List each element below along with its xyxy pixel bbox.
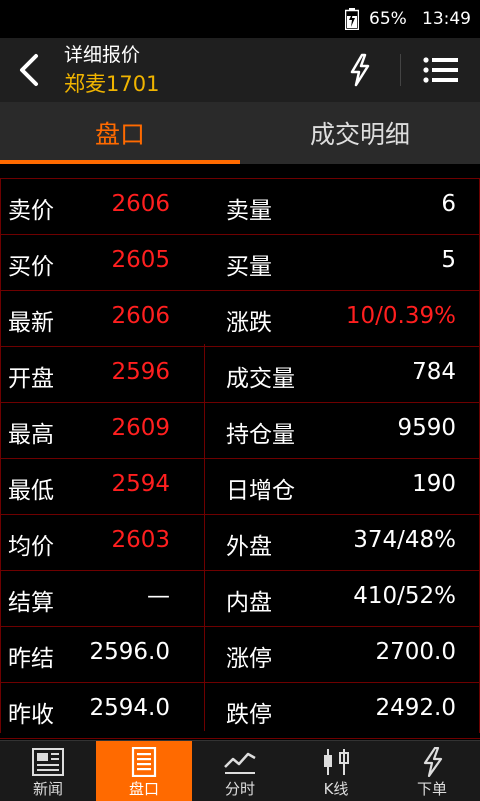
table-border-left	[0, 178, 1, 733]
back-arrow-icon[interactable]	[14, 52, 46, 88]
nav-label: 下单	[416, 780, 447, 798]
value-daily-oi-change: 190	[412, 471, 456, 497]
nav-kline[interactable]: K线	[288, 741, 384, 801]
value-limit-down: 2492.0	[375, 695, 456, 721]
quote-table: 卖价 2606 卖量 6 买价 2605 买量 5 最新 2606 涨跌 10/…	[0, 178, 480, 739]
active-tab-indicator	[0, 160, 240, 164]
table-row: 最高 2609 持仓量 9590	[0, 403, 480, 459]
value-bid-price: 2605	[111, 247, 170, 273]
label-open: 开盘	[8, 366, 54, 392]
label-prev-close: 昨收	[8, 702, 54, 728]
value-open: 2596	[111, 359, 170, 385]
table-row: 昨收 2594.0 跌停 2492.0	[0, 683, 480, 739]
flash-order-icon	[423, 747, 443, 777]
column-divider	[204, 344, 205, 731]
battery-charging-icon	[345, 8, 359, 30]
timeshare-chart-icon	[224, 752, 256, 774]
value-settlement: —	[147, 583, 170, 609]
label-bid-volume: 买量	[226, 254, 272, 280]
header-divider	[400, 54, 401, 86]
label-prev-settlement: 昨结	[8, 646, 54, 672]
nav-place-order[interactable]: 下单	[384, 741, 480, 801]
table-row: 开盘 2596 成交量 784	[0, 347, 480, 403]
news-icon	[32, 748, 64, 776]
table-row: 结算 — 内盘 410/52%	[0, 571, 480, 627]
label-average-price: 均价	[8, 534, 54, 560]
label-change: 涨跌	[226, 310, 272, 336]
tab-bar: 盘口 成交明细	[0, 102, 480, 164]
nav-label: 盘口	[128, 780, 159, 798]
value-change: 10/0.39%	[345, 303, 456, 329]
table-row: 最低 2594 日增仓 190	[0, 459, 480, 515]
value-bid-volume: 5	[441, 247, 456, 273]
table-row: 最新 2606 涨跌 10/0.39%	[0, 291, 480, 347]
label-ask-price: 卖价	[8, 198, 54, 224]
tab-trade-details[interactable]: 成交明细	[240, 102, 480, 164]
label-volume: 成交量	[226, 366, 295, 392]
value-volume: 784	[412, 359, 456, 385]
label-ask-volume: 卖量	[226, 198, 272, 224]
value-outer-volume: 374/48%	[353, 527, 456, 553]
label-last-price: 最新	[8, 310, 54, 336]
menu-list-icon[interactable]	[420, 52, 460, 88]
table-row: 均价 2603 外盘 374/48%	[0, 515, 480, 571]
value-last-price: 2606	[111, 303, 170, 329]
tab-orderbook[interactable]: 盘口	[0, 102, 240, 164]
nav-label: K线	[323, 780, 349, 798]
page-title: 详细报价	[64, 44, 141, 66]
value-low: 2594	[111, 471, 170, 497]
value-ask-price: 2606	[111, 191, 170, 217]
nav-label: 分时	[224, 780, 255, 798]
candlestick-icon	[324, 749, 349, 775]
orderbook-icon	[131, 747, 157, 777]
label-high: 最高	[8, 422, 54, 448]
flash-order-icon[interactable]	[346, 52, 374, 88]
value-prev-settlement: 2596.0	[89, 639, 170, 665]
nav-news[interactable]: 新闻	[0, 741, 96, 801]
label-low: 最低	[8, 478, 54, 504]
value-prev-close: 2594.0	[89, 695, 170, 721]
battery-level: 65%	[369, 9, 407, 29]
table-row: 昨结 2596.0 涨停 2700.0	[0, 627, 480, 683]
bottom-nav: 新闻 盘口 分时 K线 下单	[0, 740, 480, 801]
value-high: 2609	[111, 415, 170, 441]
instrument-name: 郑麦1701	[64, 72, 160, 96]
label-outer-volume: 外盘	[226, 534, 272, 560]
nav-orderbook[interactable]: 盘口	[96, 741, 192, 801]
value-average-price: 2603	[111, 527, 170, 553]
nav-label: 新闻	[32, 780, 63, 798]
status-bar: 65% 13:49	[0, 0, 480, 38]
label-inner-volume: 内盘	[226, 590, 272, 616]
clock: 13:49	[422, 9, 471, 29]
label-limit-up: 涨停	[226, 646, 272, 672]
label-settlement: 结算	[8, 590, 54, 616]
nav-timeshare[interactable]: 分时	[192, 741, 288, 801]
label-limit-down: 跌停	[226, 702, 272, 728]
value-ask-volume: 6	[441, 191, 456, 217]
value-open-interest: 9590	[397, 415, 456, 441]
table-row: 卖价 2606 卖量 6	[0, 178, 480, 235]
label-bid-price: 买价	[8, 254, 54, 280]
value-inner-volume: 410/52%	[353, 583, 456, 609]
label-daily-oi-change: 日增仓	[226, 478, 295, 504]
table-row: 买价 2605 买量 5	[0, 235, 480, 291]
label-open-interest: 持仓量	[226, 422, 295, 448]
app-header: 详细报价 郑麦1701	[0, 38, 480, 102]
value-limit-up: 2700.0	[375, 639, 456, 665]
